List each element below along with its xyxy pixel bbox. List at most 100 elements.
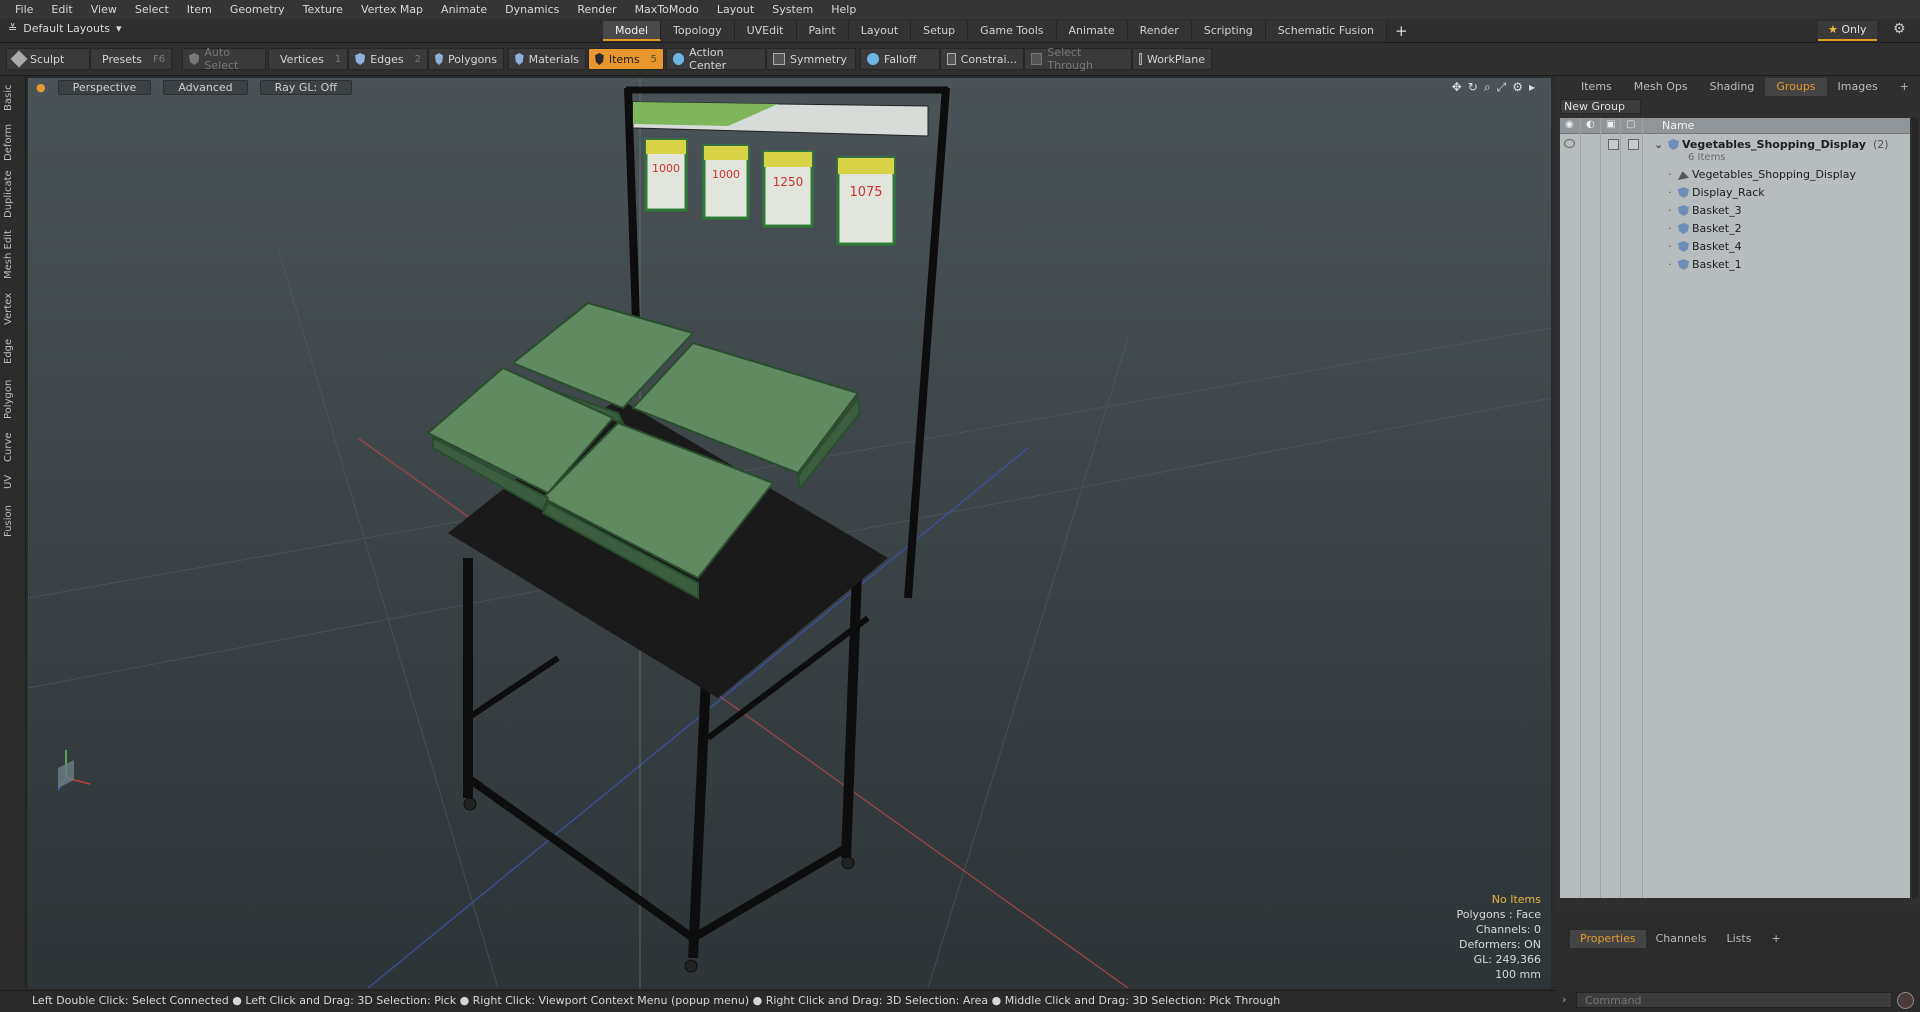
- left-tab-basic[interactable]: Basic: [3, 80, 21, 116]
- vertices-button[interactable]: Vertices 1: [268, 48, 348, 70]
- gear-icon[interactable]: ⚙: [1893, 21, 1906, 37]
- command-history-button[interactable]: [1897, 992, 1914, 1009]
- only-button[interactable]: ★ Only: [1818, 21, 1877, 41]
- 3d-viewport[interactable]: 1000 1000 1250 1075 ● Perspective Advanc…: [28, 78, 1551, 988]
- tab-channels[interactable]: Channels: [1646, 930, 1717, 948]
- tab-lists[interactable]: Lists: [1717, 930, 1762, 948]
- tree-item[interactable]: · Display_Rack: [1560, 184, 1910, 202]
- tab-model[interactable]: Model: [603, 21, 662, 41]
- items-button[interactable]: Items 5: [588, 48, 664, 70]
- workplane-button[interactable]: WorkPlane: [1132, 48, 1212, 70]
- name-column-header[interactable]: Name: [1662, 119, 1694, 132]
- left-tab-polygon[interactable]: Polygon: [3, 374, 21, 424]
- left-tab-deform[interactable]: Deform: [3, 120, 21, 164]
- zoom-view-icon[interactable]: ⌕: [1484, 80, 1491, 95]
- move-view-icon[interactable]: ✥: [1452, 80, 1462, 95]
- tab-properties[interactable]: Properties: [1570, 930, 1646, 948]
- tab-shading[interactable]: Shading: [1699, 78, 1766, 96]
- menu-render[interactable]: Render: [568, 0, 625, 19]
- layout-dropdown[interactable]: ≚ Default Layouts ▾: [8, 22, 122, 35]
- add-tab-icon[interactable]: +: [1761, 930, 1790, 948]
- perspective-button[interactable]: Perspective: [57, 79, 152, 95]
- menu-maxtomodo[interactable]: MaxToModo: [626, 0, 708, 19]
- tab-animate[interactable]: Animate: [1056, 21, 1128, 41]
- tab-game-tools[interactable]: Game Tools: [968, 21, 1057, 41]
- expand-icon[interactable]: ▸: [1529, 80, 1535, 95]
- left-tab-fusion[interactable]: Fusion: [3, 500, 21, 542]
- lock-checkbox[interactable]: [1608, 139, 1619, 150]
- left-tab-curve[interactable]: Curve: [3, 428, 21, 466]
- left-tab-duplicate[interactable]: Duplicate: [3, 168, 21, 220]
- presets-button[interactable]: Presets F6: [90, 48, 172, 70]
- menu-texture[interactable]: Texture: [294, 0, 352, 19]
- left-tab-vertex[interactable]: Vertex: [3, 288, 21, 330]
- select-checkbox[interactable]: [1628, 139, 1639, 150]
- rack-bottom-bar: [465, 774, 696, 942]
- menu-dynamics[interactable]: Dynamics: [496, 0, 568, 19]
- right-panel-scrollbar[interactable]: [1912, 118, 1918, 898]
- workplane-label: WorkPlane: [1146, 52, 1205, 66]
- add-tab-icon[interactable]: +: [1889, 78, 1920, 96]
- visibility-toggle[interactable]: [1564, 139, 1575, 148]
- tree-branch-icon: ·: [1668, 186, 1672, 199]
- tab-topology[interactable]: Topology: [661, 21, 735, 41]
- maximize-icon[interactable]: ⤢: [1497, 80, 1507, 95]
- price-tag: 1000: [644, 138, 688, 212]
- falloff-button[interactable]: Falloff: [860, 48, 940, 70]
- raygl-button[interactable]: Ray GL: Off: [259, 79, 352, 95]
- tab-render[interactable]: Render: [1127, 21, 1192, 41]
- menu-item[interactable]: Item: [178, 0, 221, 19]
- constrain-button[interactable]: Constrai...: [940, 48, 1024, 70]
- menu-geometry[interactable]: Geometry: [221, 0, 294, 19]
- action-center-label: Action Center: [689, 46, 727, 72]
- left-tab-mesh-edit[interactable]: Mesh Edit: [3, 226, 21, 284]
- menu-system[interactable]: System: [763, 0, 822, 19]
- lock-icon[interactable]: ▣: [1606, 119, 1615, 130]
- tab-schematic-fusion[interactable]: Schematic Fusion: [1265, 21, 1388, 41]
- select-through-button[interactable]: Select Through: [1024, 46, 1132, 72]
- tab-images[interactable]: Images: [1827, 78, 1889, 96]
- eye-icon[interactable]: ◉: [1565, 119, 1574, 130]
- symmetry-button[interactable]: Symmetry: [766, 48, 856, 70]
- advanced-button[interactable]: Advanced: [163, 79, 248, 95]
- menu-file[interactable]: File: [6, 0, 42, 19]
- command-input[interactable]: [1576, 992, 1892, 1008]
- action-center-button[interactable]: Action Center: [666, 46, 766, 72]
- edges-button[interactable]: Edges 2: [348, 48, 428, 70]
- render-icon[interactable]: ◐: [1586, 119, 1595, 130]
- mesh-item-icon: [1678, 223, 1689, 234]
- menu-animate[interactable]: Animate: [432, 0, 496, 19]
- new-group-button[interactable]: New Group: [1560, 99, 1641, 114]
- menu-view[interactable]: View: [82, 0, 126, 19]
- tab-groups[interactable]: Groups: [1765, 78, 1827, 96]
- rotate-view-icon[interactable]: ↻: [1468, 80, 1478, 95]
- add-tab-icon[interactable]: +: [1395, 21, 1408, 41]
- menu-select[interactable]: Select: [126, 0, 178, 19]
- tab-scripting[interactable]: Scripting: [1191, 21, 1266, 41]
- tab-uvedit[interactable]: UVEdit: [734, 21, 797, 41]
- select-icon[interactable]: ▢: [1626, 119, 1635, 130]
- left-tab-uv[interactable]: UV: [3, 470, 21, 494]
- menu-vertex-map[interactable]: Vertex Map: [352, 0, 432, 19]
- tree-item[interactable]: · Basket_4: [1560, 238, 1910, 256]
- menu-help[interactable]: Help: [822, 0, 865, 19]
- tab-items[interactable]: Items: [1570, 78, 1623, 96]
- sculpt-button[interactable]: Sculpt: [6, 48, 90, 70]
- price-tags: 1000 1000 1250 1075: [644, 138, 896, 246]
- tab-paint[interactable]: Paint: [796, 21, 849, 41]
- auto-select-button[interactable]: Auto Select: [182, 46, 266, 72]
- tree-item[interactable]: · Basket_3: [1560, 202, 1910, 220]
- tab-setup[interactable]: Setup: [911, 21, 969, 41]
- settings-icon[interactable]: ⚙: [1512, 80, 1523, 95]
- left-tab-edge[interactable]: Edge: [3, 334, 21, 368]
- tab-mesh-ops[interactable]: Mesh Ops: [1623, 78, 1699, 96]
- tree-item[interactable]: · Vegetables_Shopping_Display: [1560, 166, 1910, 184]
- tree-item[interactable]: · Basket_2: [1560, 220, 1910, 238]
- polygons-button[interactable]: Polygons: [428, 48, 504, 70]
- menu-layout[interactable]: Layout: [708, 0, 763, 19]
- menu-edit[interactable]: Edit: [42, 0, 81, 19]
- tab-layout[interactable]: Layout: [848, 21, 912, 41]
- materials-button[interactable]: Materials: [508, 48, 586, 70]
- tree-item[interactable]: · Basket_1: [1560, 256, 1910, 274]
- viewport-menu-icon[interactable]: ●: [36, 81, 46, 94]
